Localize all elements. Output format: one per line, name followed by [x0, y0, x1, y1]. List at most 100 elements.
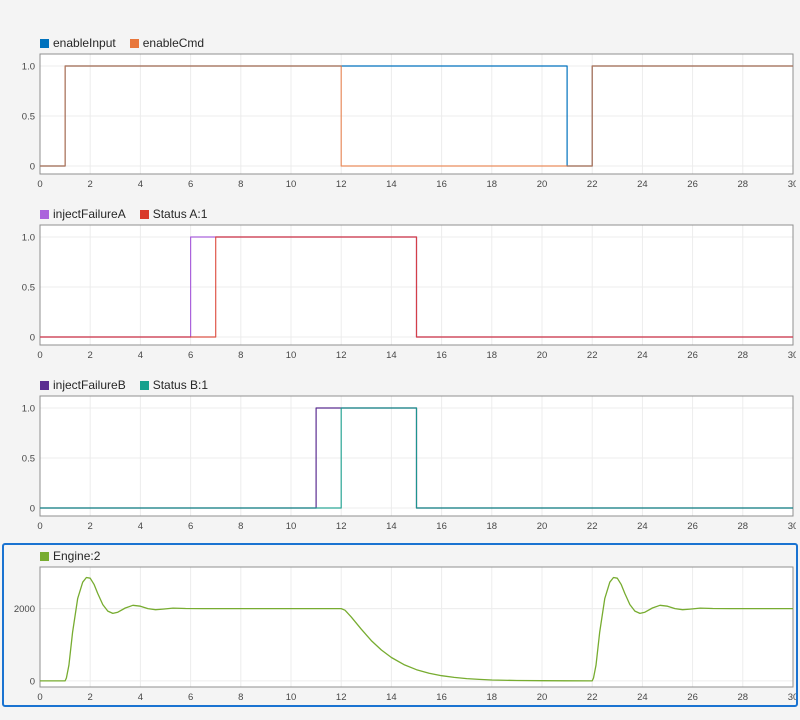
x-tick-label: 16: [436, 179, 447, 190]
x-tick-label: 4: [138, 350, 143, 361]
scope-panel-enable-signals[interactable]: enableInput enableCmd 0 2 4 6 8 10 12 14 16 18 20 22…: [2, 30, 798, 194]
x-tick-label: 4: [138, 692, 143, 703]
legend-label: Engine:2: [53, 549, 101, 563]
x-tick-label: 2: [88, 692, 93, 703]
plot-failure-a[interactable]: 0 2 4 6 8 10 12 14 16 18 20 22 24 26 28 301.00.50: [4, 223, 796, 363]
legend: enableInput enableCmd: [40, 34, 796, 52]
y-tick-label: 0: [30, 504, 35, 515]
legend-label: Status A:1: [152, 207, 208, 221]
legend-label: enableInput: [53, 36, 116, 50]
x-tick-label: 14: [386, 179, 397, 190]
legend-item[interactable]: enableInput: [40, 36, 116, 50]
x-tick-label: 30: [788, 350, 796, 361]
x-tick-label: 12: [336, 179, 347, 190]
legend-swatch-icon: [139, 380, 149, 390]
scope-panel-failure-b[interactable]: injectFailureB Status B:1 0 2 4 6 8 10 12 14 16 18…: [2, 372, 798, 536]
x-tick-label: 26: [687, 350, 698, 361]
scope-panel-engine[interactable]: Engine:2 0 2 4 6 8 10 12 14 16 18 20 22 24 26 28 30 2000…: [2, 543, 798, 707]
legend-label: injectFailureB: [53, 378, 126, 392]
x-tick-label: 22: [587, 179, 598, 190]
x-tick-label: 14: [386, 692, 397, 703]
legend: Engine:2: [40, 547, 796, 565]
x-tick-label: 20: [537, 521, 548, 532]
x-tick-label: 12: [336, 350, 347, 361]
legend-item[interactable]: injectFailureB: [40, 378, 126, 392]
y-tick-label: 2000: [14, 604, 35, 615]
x-tick-label: 22: [587, 692, 598, 703]
legend-swatch-icon: [40, 209, 49, 219]
legend-item[interactable]: Engine:2: [40, 549, 100, 563]
legend-item[interactable]: enableCmd: [129, 36, 205, 50]
y-tick-label: 0: [30, 676, 35, 687]
x-tick-label: 30: [788, 692, 796, 703]
plot-engine[interactable]: 0 2 4 6 8 10 12 14 16 18 20 22 24 26 28 3020000: [4, 565, 796, 705]
legend-swatch-icon: [139, 209, 149, 219]
y-tick-label: 0.5: [22, 283, 35, 294]
x-tick-label: 20: [537, 350, 548, 361]
x-tick-label: 22: [587, 521, 598, 532]
legend: injectFailureA Status A:1: [40, 205, 796, 223]
x-tick-label: 16: [436, 350, 447, 361]
x-tick-label: 28: [738, 350, 749, 361]
scope-view: enableInput enableCmd 0 2 4 6 8 10 12 14 16 18 20 22…: [0, 0, 800, 707]
x-tick-label: 6: [188, 350, 193, 361]
x-tick-label: 0: [37, 692, 42, 703]
x-tick-label: 16: [436, 692, 447, 703]
x-tick-label: 24: [637, 692, 648, 703]
x-tick-label: 6: [188, 179, 193, 190]
plot-enable-signals[interactable]: 0 2 4 6 8 10 12 14 16 18 20 22 24 26 28 301.00.50: [4, 52, 796, 192]
y-tick-label: 1.0: [22, 404, 35, 415]
x-tick-label: 2: [88, 179, 93, 190]
x-tick-label: 26: [687, 692, 698, 703]
legend-swatch-icon: [129, 38, 139, 48]
legend-item[interactable]: Status B:1: [139, 378, 209, 392]
legend-swatch-icon: [40, 551, 49, 561]
plot-failure-b[interactable]: 0 2 4 6 8 10 12 14 16 18 20 22 24 26 28 301.00.50: [4, 394, 796, 534]
x-tick-label: 26: [687, 521, 698, 532]
legend-label: injectFailureA: [53, 207, 126, 221]
x-tick-label: 10: [286, 179, 297, 190]
x-tick-label: 28: [738, 179, 749, 190]
x-tick-label: 30: [788, 521, 796, 532]
x-tick-label: 24: [637, 179, 648, 190]
x-tick-label: 28: [738, 692, 749, 703]
x-tick-label: 8: [238, 179, 243, 190]
x-tick-label: 8: [238, 350, 243, 361]
x-tick-label: 20: [537, 179, 548, 190]
legend-label: enableCmd: [142, 36, 205, 50]
x-tick-label: 6: [188, 692, 193, 703]
legend-label: Status B:1: [152, 378, 209, 392]
x-tick-label: 30: [788, 179, 796, 190]
x-tick-label: 22: [587, 350, 598, 361]
x-tick-label: 24: [637, 521, 648, 532]
x-tick-label: 14: [386, 521, 397, 532]
legend-swatch-icon: [40, 380, 49, 390]
x-tick-label: 24: [637, 350, 648, 361]
legend-swatch-icon: [40, 38, 49, 48]
y-tick-label: 0: [30, 162, 35, 173]
x-tick-label: 18: [487, 179, 498, 190]
x-tick-label: 26: [687, 179, 698, 190]
scope-panel-failure-a[interactable]: injectFailureA Status A:1 0 2 4 6 8 10 12 14 16 18…: [2, 201, 798, 365]
x-tick-label: 18: [487, 692, 498, 703]
x-tick-label: 8: [238, 692, 243, 703]
x-tick-label: 4: [138, 521, 143, 532]
y-tick-label: 1.0: [22, 62, 35, 73]
x-tick-label: 4: [138, 179, 143, 190]
legend: injectFailureB Status B:1: [40, 376, 796, 394]
legend-item[interactable]: injectFailureA: [40, 207, 126, 221]
x-tick-label: 6: [188, 521, 193, 532]
legend-item[interactable]: Status A:1: [139, 207, 208, 221]
x-tick-label: 10: [286, 692, 297, 703]
x-tick-label: 2: [88, 350, 93, 361]
x-tick-label: 8: [238, 521, 243, 532]
y-tick-label: 0.5: [22, 112, 35, 123]
x-tick-label: 0: [37, 179, 42, 190]
x-tick-label: 0: [37, 350, 42, 361]
x-tick-label: 16: [436, 521, 447, 532]
y-tick-label: 0.5: [22, 454, 35, 465]
x-tick-label: 12: [336, 692, 347, 703]
x-tick-label: 2: [88, 521, 93, 532]
x-tick-label: 10: [286, 350, 297, 361]
x-tick-label: 10: [286, 521, 297, 532]
